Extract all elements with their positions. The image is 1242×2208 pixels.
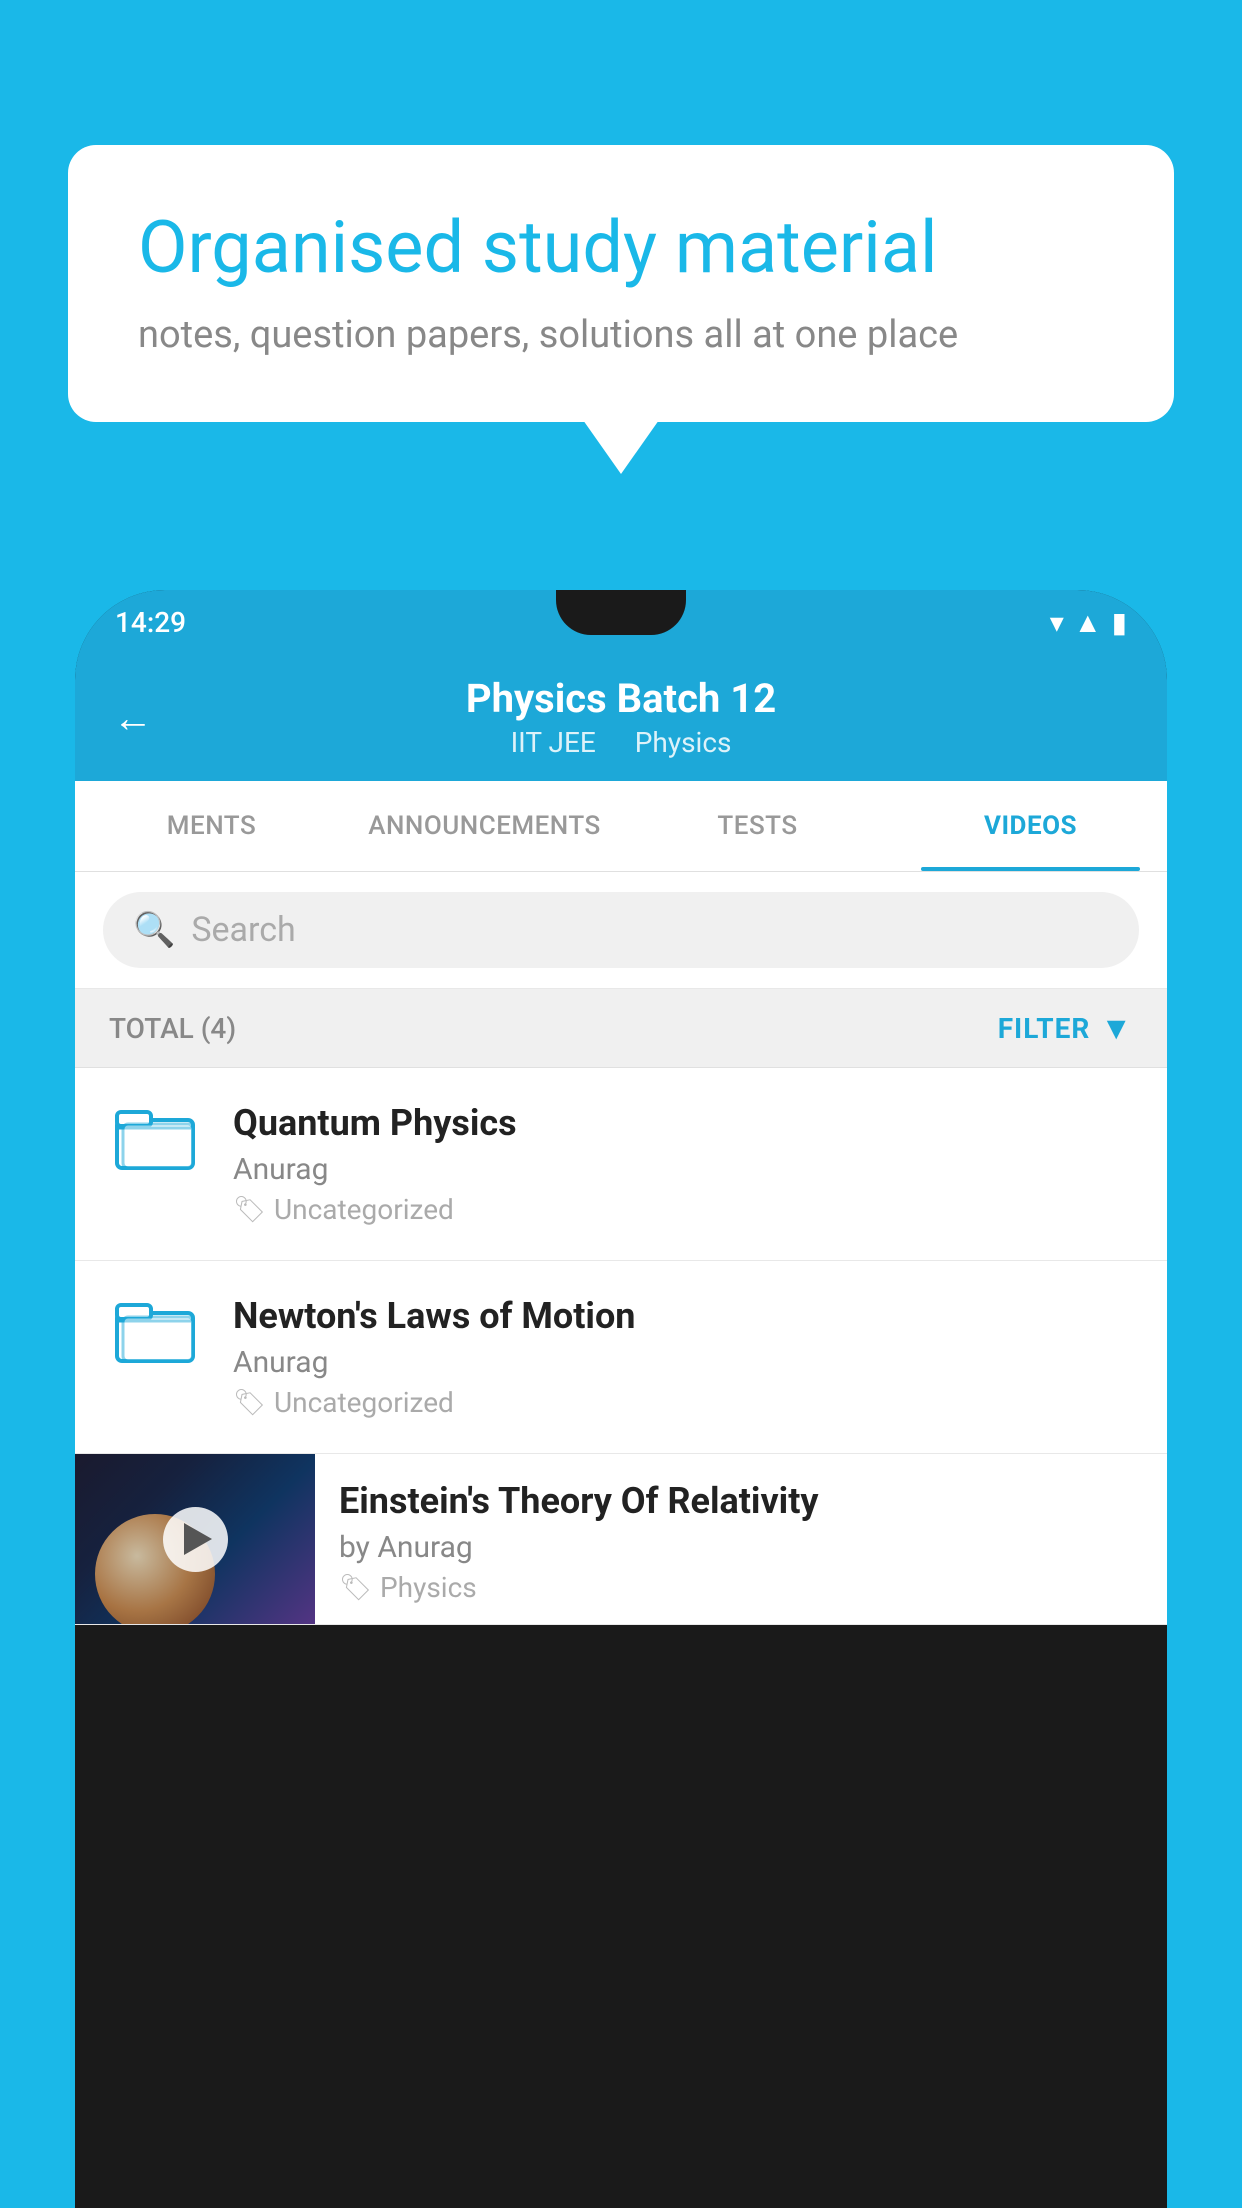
total-count: TOTAL (4)	[109, 1012, 236, 1045]
filter-label: FILTER	[998, 1012, 1091, 1045]
video-author: by Anurag	[339, 1530, 1141, 1565]
play-button[interactable]	[163, 1507, 228, 1572]
tabs-bar: MENTS ANNOUNCEMENTS TESTS VIDEOS	[75, 781, 1167, 872]
search-container: 🔍 Search	[75, 872, 1167, 989]
status-time: 14:29	[115, 606, 186, 639]
search-bar[interactable]: 🔍 Search	[103, 892, 1139, 968]
app-header: ← Physics Batch 12 IIT JEE Physics	[75, 655, 1167, 781]
video-info: Newton's Laws of Motion Anurag 🏷 Uncateg…	[233, 1295, 1137, 1419]
status-icons: ▾ ▲ ▮	[1050, 606, 1127, 639]
speech-bubble: Organised study material notes, question…	[68, 145, 1174, 422]
filter-button[interactable]: FILTER ▼	[998, 1009, 1133, 1047]
video-tag: 🏷 Uncategorized	[233, 1193, 1137, 1226]
header-title: Physics Batch 12	[466, 675, 776, 722]
search-icon: 🔍	[133, 910, 175, 950]
filter-bar: TOTAL (4) FILTER ▼	[75, 989, 1167, 1068]
video-author: Anurag	[233, 1345, 1137, 1380]
back-button[interactable]: ←	[113, 695, 153, 742]
list-item[interactable]: Quantum Physics Anurag 🏷 Uncategorized	[75, 1068, 1167, 1261]
video-info: Quantum Physics Anurag 🏷 Uncategorized	[233, 1102, 1137, 1226]
folder-icon	[115, 1295, 195, 1365]
header-subtitle-physics: Physics	[635, 726, 732, 759]
video-tag-label: Uncategorized	[274, 1193, 454, 1226]
video-tag: 🏷 Physics	[339, 1571, 1141, 1604]
folder-icon	[115, 1102, 195, 1172]
folder-icon-container	[105, 1295, 205, 1365]
video-tag-label: Uncategorized	[274, 1386, 454, 1419]
tab-announcements[interactable]: ANNOUNCEMENTS	[348, 781, 621, 871]
filter-funnel-icon: ▼	[1100, 1009, 1133, 1047]
header-subtitle: IIT JEE Physics	[503, 726, 740, 759]
tag-icon: 🏷	[233, 1195, 266, 1225]
signal-icon: ▲	[1074, 606, 1102, 639]
folder-icon-container	[105, 1102, 205, 1172]
video-title: Quantum Physics	[233, 1102, 1137, 1144]
battery-icon: ▮	[1112, 606, 1127, 639]
play-triangle-icon	[184, 1523, 212, 1555]
search-placeholder: Search	[191, 910, 295, 950]
hero-section: Organised study material notes, question…	[68, 145, 1174, 422]
video-author: Anurag	[233, 1152, 1137, 1187]
wifi-icon: ▾	[1050, 606, 1064, 639]
video-title: Einstein's Theory Of Relativity	[339, 1480, 1141, 1522]
phone-frame: 14:29 ▾ ▲ ▮ ← Physics Batch 12 IIT JEE P…	[75, 590, 1167, 2208]
tag-icon: 🏷	[339, 1573, 372, 1603]
header-subtitle-iitjee: IIT JEE	[511, 726, 596, 759]
tab-videos[interactable]: VIDEOS	[894, 781, 1167, 871]
tab-tests[interactable]: TESTS	[621, 781, 894, 871]
video-title: Newton's Laws of Motion	[233, 1295, 1137, 1337]
video-thumbnail	[75, 1454, 315, 1624]
video-info: Einstein's Theory Of Relativity by Anura…	[315, 1454, 1167, 1624]
tab-ments[interactable]: MENTS	[75, 781, 348, 871]
list-item[interactable]: Newton's Laws of Motion Anurag 🏷 Uncateg…	[75, 1261, 1167, 1454]
status-bar: 14:29 ▾ ▲ ▮	[75, 590, 1167, 655]
tag-icon: 🏷	[233, 1388, 266, 1418]
video-tag: 🏷 Uncategorized	[233, 1386, 1137, 1419]
hero-subtitle: notes, question papers, solutions all at…	[138, 313, 1104, 357]
video-tag-label: Physics	[380, 1571, 477, 1604]
notch	[556, 590, 686, 635]
hero-title: Organised study material	[138, 205, 1104, 291]
list-item[interactable]: Einstein's Theory Of Relativity by Anura…	[75, 1454, 1167, 1625]
video-list: Quantum Physics Anurag 🏷 Uncategorized	[75, 1068, 1167, 1625]
